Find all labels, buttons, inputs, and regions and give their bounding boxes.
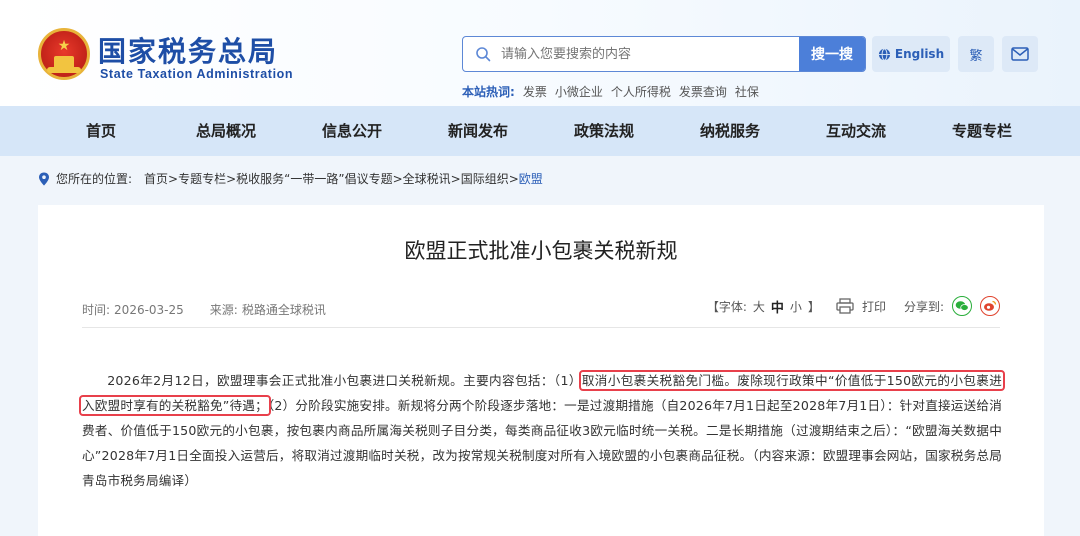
national-emblem-logo[interactable]: ★ bbox=[38, 28, 90, 80]
hot-terms-label: 本站热词: bbox=[462, 85, 515, 99]
english-button-label: English bbox=[894, 47, 945, 61]
breadcrumb: 您所在的位置: 首页>专题专栏>税收服务“一带一路”倡议专题>全球税讯>国际组织… bbox=[38, 170, 543, 187]
article-title: 欧盟正式批准小包裹关税新规 bbox=[404, 239, 678, 263]
nav-item-policy[interactable]: 政策法规 bbox=[544, 106, 664, 156]
font-size-prefix: 【字体: bbox=[706, 299, 747, 314]
wechat-icon bbox=[955, 301, 969, 311]
search-icon bbox=[476, 47, 491, 62]
font-size-large[interactable]: 大 bbox=[753, 298, 765, 315]
weibo-share-button[interactable] bbox=[980, 296, 1000, 316]
source-label: 来源: bbox=[209, 303, 238, 317]
font-size-suffix: 】 bbox=[807, 299, 820, 314]
source-value: 税路通全球税讯 bbox=[241, 303, 326, 317]
site-logo-chinese[interactable]: 国家税务总局 bbox=[98, 30, 278, 70]
article-tools: 【字体: 大 中 小 】 打印 分享到: bbox=[707, 296, 1000, 316]
search-button[interactable]: 搜一搜 bbox=[799, 37, 865, 71]
mail-button[interactable] bbox=[1002, 36, 1038, 72]
globe-icon bbox=[878, 47, 890, 61]
main-nav: 首页 总局概况 信息公开 新闻发布 政策法规 纳税服务 互动交流 专题专栏 bbox=[0, 106, 1080, 156]
article-source: 来源: 税路通全球税讯 bbox=[210, 301, 326, 318]
hot-term-link[interactable]: 发票查询 bbox=[679, 83, 727, 100]
share-label: 分享到: bbox=[903, 299, 944, 314]
highlighted-text-1: 取消小包裹关税豁免门槛。废除现行政策中“价值低于150欧元的小包裹进 bbox=[578, 370, 1006, 391]
nav-item-special-topics[interactable]: 专题专栏 bbox=[922, 106, 1042, 156]
breadcrumb-path[interactable]: 首页>专题专栏>税收服务“一带一路”倡议专题>全球税讯>国际组织> bbox=[144, 170, 519, 187]
nav-item-info-disclosure[interactable]: 信息公开 bbox=[292, 106, 412, 156]
article-paragraph: 2026年2月12日，欧盟理事会正式批准小包裹进口关税新规。主要内容包括：（1）… bbox=[79, 368, 1006, 493]
hot-term-link[interactable]: 小微企业 bbox=[555, 83, 603, 100]
time-value: 2026-03-25 bbox=[114, 303, 184, 317]
nav-item-tax-service[interactable]: 纳税服务 bbox=[670, 106, 790, 156]
hot-term-link[interactable]: 个人所得税 bbox=[611, 83, 671, 100]
nav-item-interaction[interactable]: 互动交流 bbox=[796, 106, 916, 156]
meta-divider bbox=[82, 327, 1000, 328]
nav-item-overview[interactable]: 总局概况 bbox=[166, 106, 286, 156]
font-size-small[interactable]: 小 bbox=[790, 298, 802, 315]
breadcrumb-current[interactable]: 欧盟 bbox=[519, 170, 543, 187]
nav-item-home[interactable]: 首页 bbox=[41, 106, 161, 156]
mail-icon bbox=[1011, 47, 1029, 61]
body-intro: 2026年2月12日，欧盟理事会正式批准小包裹进口关税新规。主要内容包括：（1） bbox=[107, 373, 582, 388]
font-size-selector: 【字体: 大 中 小 】 bbox=[707, 297, 820, 316]
article-body: 2026年2月12日，欧盟理事会正式批准小包裹进口关税新规。主要内容包括：（1）… bbox=[79, 368, 1006, 493]
publish-time: 时间: 2026-03-25 bbox=[82, 301, 184, 318]
breadcrumb-prefix: 您所在的位置: bbox=[56, 172, 133, 186]
hot-term-link[interactable]: 发票 bbox=[523, 83, 547, 100]
print-button[interactable]: 打印 bbox=[862, 298, 886, 315]
english-button[interactable]: English bbox=[872, 36, 950, 72]
highlighted-text-2: 入欧盟时享有的关税豁免”待遇； bbox=[79, 395, 271, 416]
nav-item-news[interactable]: 新闻发布 bbox=[418, 106, 538, 156]
search-input[interactable] bbox=[501, 37, 759, 71]
article-card: 欧盟正式批准小包裹关税新规 时间: 2026-03-25 来源: 税路通全球税讯 【… bbox=[38, 205, 1044, 536]
wechat-share-button[interactable] bbox=[952, 296, 972, 316]
font-size-medium[interactable]: 中 bbox=[771, 297, 784, 316]
traditional-chinese-button[interactable]: 繁 bbox=[958, 36, 994, 72]
hot-terms: 本站热词: 发票 小微企业 个人所得税 发票查询 社保 bbox=[462, 83, 759, 100]
weibo-icon bbox=[984, 300, 997, 311]
site-logo-english[interactable]: State Taxation Administration bbox=[100, 67, 293, 81]
article-meta: 时间: 2026-03-25 来源: 税路通全球税讯 bbox=[82, 301, 326, 318]
location-pin-icon bbox=[39, 172, 49, 185]
printer-icon[interactable] bbox=[836, 298, 854, 314]
search-box: 搜一搜 bbox=[462, 36, 866, 72]
hot-term-link[interactable]: 社保 bbox=[735, 83, 759, 100]
time-label: 时间: bbox=[82, 303, 111, 317]
site-header: ★ 国家税务总局 State Taxation Administration 搜… bbox=[0, 0, 1080, 106]
